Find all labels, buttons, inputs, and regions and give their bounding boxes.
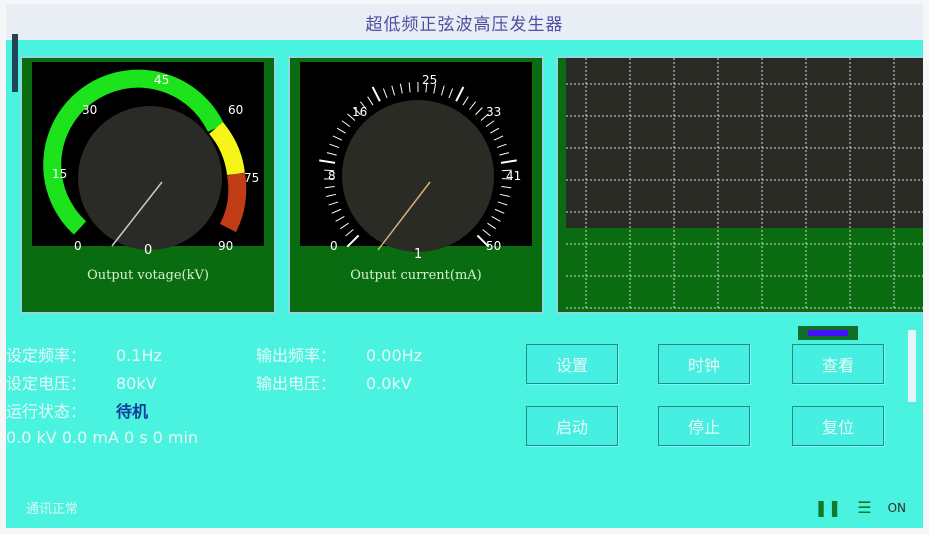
current-tick-label: 25 xyxy=(422,73,437,87)
current-tick-label: 0 xyxy=(330,239,338,253)
left-edge-marker xyxy=(12,34,18,92)
current-tick-mark xyxy=(493,135,504,141)
indicator-badge xyxy=(798,326,858,340)
current-tick-mark xyxy=(399,83,403,94)
current-tick-mark xyxy=(329,143,340,149)
current-tick-mark xyxy=(462,96,469,106)
menu-icon[interactable]: ☰ xyxy=(857,498,871,517)
current-tick-mark xyxy=(336,127,346,134)
app-window: 超低频正弦波高压发生器 0 15 30 45 60 75 90 0 Output… xyxy=(6,4,923,528)
current-tick-mark xyxy=(408,82,411,93)
setup-button[interactable]: 设置 xyxy=(526,344,618,384)
current-tick-mark xyxy=(319,159,336,164)
run-status-label: 运行状态： xyxy=(6,402,87,421)
current-tick-mark xyxy=(335,216,345,222)
voltage-tick-label: 60 xyxy=(228,103,243,117)
waveform-panel xyxy=(556,56,923,314)
voltage-caption: Output votage(kV) xyxy=(87,268,209,283)
output-voltage-label: 输出电压： xyxy=(256,374,337,393)
current-tick-mark xyxy=(324,186,335,189)
voltage-gauge-panel: 0 15 30 45 60 75 90 0 Output votage(kV) xyxy=(20,56,276,314)
current-tick-mark xyxy=(482,229,491,237)
current-tick-mark xyxy=(345,229,354,237)
current-tick-mark xyxy=(494,208,505,214)
current-gauge: 0 8 16 25 33 41 50 1 xyxy=(319,73,521,258)
current-tick-mark xyxy=(475,107,483,116)
current-tick-label: 50 xyxy=(486,239,501,253)
current-tick-mark xyxy=(371,86,381,102)
voltage-tick-label: 75 xyxy=(244,171,259,185)
current-gauge-panel: 0 8 16 25 33 41 50 1 Output current(mA) xyxy=(288,56,544,314)
waveform-grid xyxy=(566,58,923,310)
current-tick-label: 16 xyxy=(352,105,367,119)
current-tick-mark xyxy=(367,96,374,106)
current-tick-mark xyxy=(491,216,501,222)
start-button[interactable]: 启动 xyxy=(526,406,618,446)
current-tick-label: 8 xyxy=(328,169,336,183)
current-tick-mark xyxy=(499,152,510,156)
status-bar: 通讯正常 ❚❚ ☰ ON xyxy=(26,498,906,522)
current-tick-mark xyxy=(497,201,508,206)
current-tick-label: 41 xyxy=(506,169,521,183)
voltage-tick-label: 0 xyxy=(74,239,82,253)
right-edge-marker xyxy=(908,330,916,402)
current-dial-center xyxy=(342,100,494,252)
set-voltage-label: 设定电压： xyxy=(6,374,87,393)
current-tick-mark xyxy=(339,222,349,230)
current-tick-mark xyxy=(469,101,477,110)
set-voltage-value: 80kV xyxy=(116,374,157,393)
current-tick-mark xyxy=(346,234,360,248)
current-tick-mark xyxy=(440,85,445,96)
voltage-arc-red xyxy=(219,172,247,233)
output-voltage-value: 0.0kV xyxy=(366,374,412,393)
footer-controls: ❚❚ ☰ ON xyxy=(814,498,906,517)
current-tick-label: 33 xyxy=(486,105,501,119)
set-frequency-label: 设定频率： xyxy=(6,346,87,365)
stop-button[interactable]: 停止 xyxy=(658,406,750,446)
pause-icon[interactable]: ❚❚ xyxy=(814,498,841,517)
current-tick-mark xyxy=(499,193,510,197)
current-tick-mark xyxy=(382,88,388,99)
measurement-text: 0.0 kV 0.0 mA 0 s 0 min xyxy=(6,428,199,447)
current-tick-mark xyxy=(500,159,517,164)
current-tick-mark xyxy=(455,86,465,102)
current-tick-mark xyxy=(391,85,396,96)
current-tick-mark xyxy=(448,88,454,99)
title-bar: 超低频正弦波高压发生器 xyxy=(6,4,923,40)
current-tick-mark xyxy=(490,127,500,134)
current-tick-mark xyxy=(341,120,351,128)
clock-button[interactable]: 时钟 xyxy=(658,344,750,384)
current-tick-mark xyxy=(496,143,507,149)
voltage-reading: 0 xyxy=(144,243,152,258)
status-row: 运行状态： 待机 xyxy=(6,398,148,422)
output-frequency-value: 0.00Hz xyxy=(366,346,423,365)
reset-button[interactable]: 复位 xyxy=(792,406,884,446)
set-frequency-value: 0.1Hz xyxy=(116,346,162,365)
voltage-tick-label: 90 xyxy=(218,239,233,253)
current-reading: 1 xyxy=(414,247,422,258)
current-tick-mark xyxy=(331,208,342,214)
current-tick-mark xyxy=(485,120,495,128)
output-frequency-label: 输出频率： xyxy=(256,346,337,365)
app-title: 超低频正弦波高压发生器 xyxy=(365,14,564,35)
current-tick-mark xyxy=(326,152,337,156)
current-tick-mark xyxy=(501,186,512,189)
comm-status: 通讯正常 xyxy=(26,502,79,517)
current-tick-mark xyxy=(487,222,497,230)
footer-tag: ON xyxy=(887,500,906,515)
current-tick-mark xyxy=(332,135,343,141)
voltage-row: 设定电压： 80kV 输出电压： 0.0kV xyxy=(6,370,486,394)
frequency-row: 设定频率： 0.1Hz 输出频率： 0.00Hz xyxy=(6,342,486,366)
measurement-row: 0.0 kV 0.0 mA 0 s 0 min xyxy=(6,428,198,452)
voltage-dial-center xyxy=(78,106,222,250)
voltage-tick-label: 30 xyxy=(82,103,97,117)
voltage-tick-label: 45 xyxy=(154,73,169,87)
current-tick-mark xyxy=(326,193,337,197)
voltage-gauge: 0 15 30 45 60 75 90 0 xyxy=(43,69,259,258)
voltage-tick-label: 15 xyxy=(52,167,67,181)
current-tick-mark xyxy=(328,201,339,206)
run-status-value: 待机 xyxy=(116,402,149,421)
view-button[interactable]: 查看 xyxy=(792,344,884,384)
current-caption: Output current(mA) xyxy=(350,268,482,283)
